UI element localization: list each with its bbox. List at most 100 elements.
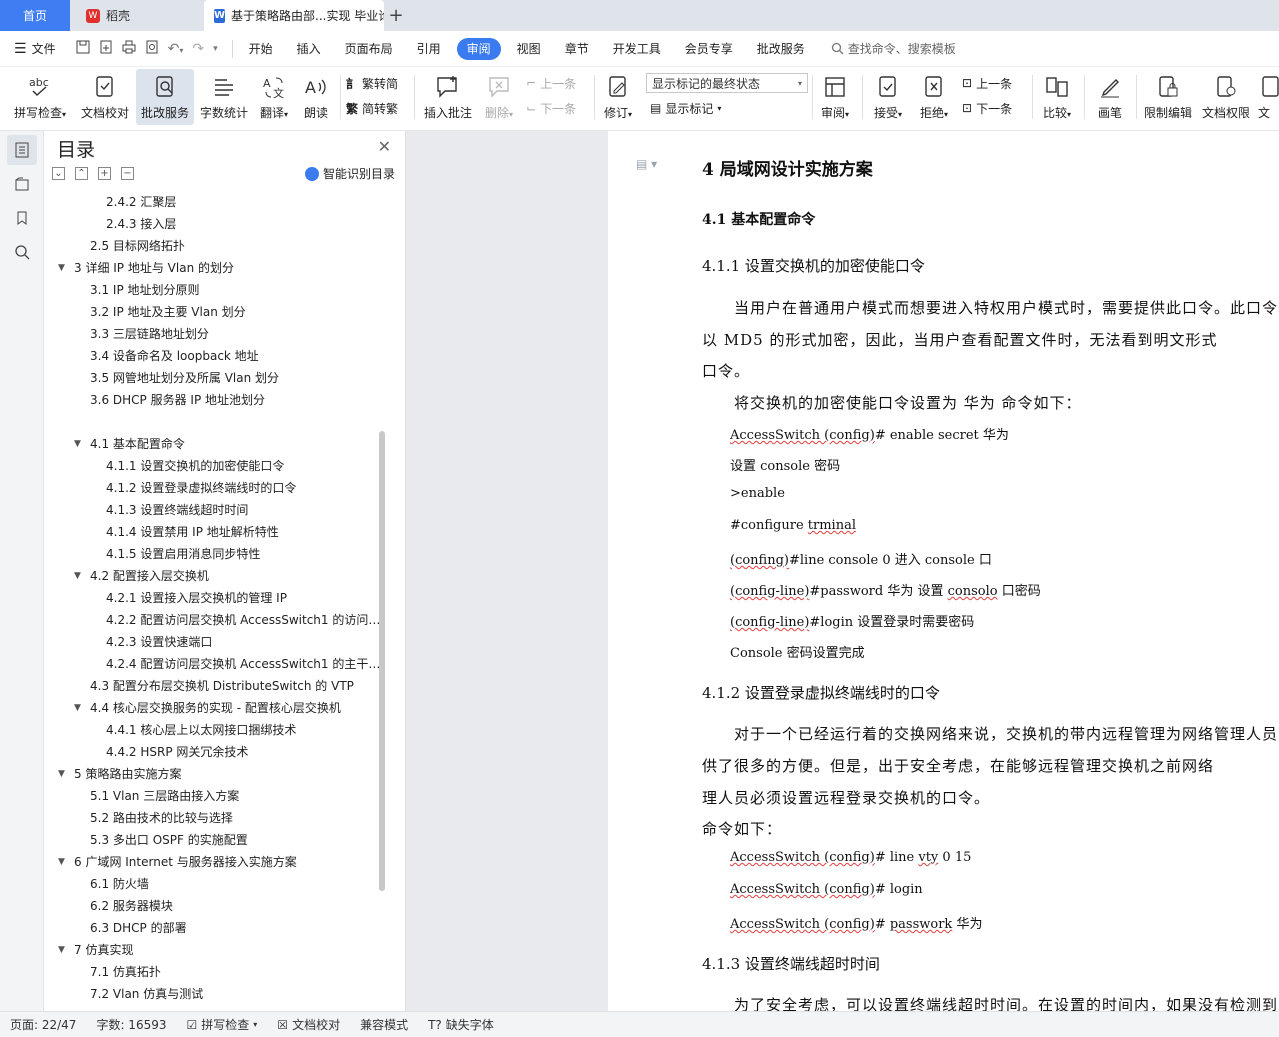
toc-item[interactable]: ▼ 6 广域网 Internet 与服务器接入实施方案 [44, 851, 384, 873]
chevron-down-icon[interactable]: ▼ [74, 697, 81, 719]
remove-heading-icon[interactable]: − [121, 167, 134, 180]
toc-item[interactable]: ▼ 4.4 核心层交换服务的实现 - 配置核心层交换机 [44, 697, 384, 719]
delete-comment-button[interactable]: 删除▾ [478, 69, 520, 125]
spell-check-status[interactable]: ☑ 拼写检查 ▾ [177, 1016, 268, 1033]
collapse-all-icon[interactable]: ⌄ [52, 167, 65, 180]
chevron-down-icon[interactable]: ▼ [58, 763, 65, 785]
toc-item[interactable]: 6.1 防火墙 [44, 873, 384, 895]
toc-item[interactable]: ▼ 5 策略路由实施方案 [44, 763, 384, 785]
toc-item[interactable]: ▼ 4.1 基本配置命令 [44, 433, 384, 455]
toc-item[interactable]: 4.1.2 设置登录虚拟终端线时的口令 [44, 477, 384, 499]
word-count-button[interactable]: 字数统计 [196, 69, 252, 125]
doc-permission-button[interactable]: 文档权限 [1198, 69, 1254, 125]
toc-item[interactable]: 4.4.2 HSRP 网关冗余技术 [44, 741, 384, 763]
toc-item[interactable]: 5.3 多出口 OSPF 的实施配置 [44, 829, 384, 851]
toc-item[interactable]: 4.1.3 设置终端线超时时间 [44, 499, 384, 521]
expand-up-icon[interactable]: ⌃ [75, 167, 88, 180]
close-icon[interactable]: ✕ [378, 137, 391, 156]
compare-button[interactable]: 比较▾ [1036, 69, 1078, 125]
menu-insert[interactable]: 插入 [285, 38, 333, 60]
chevron-down-icon[interactable]: ▼ [74, 565, 81, 587]
next-change-button[interactable]: ⊡ 下一条 [962, 97, 1012, 119]
tab-home[interactable]: 首页 [0, 0, 70, 31]
menu-references[interactable]: 引用 [405, 38, 453, 60]
chevron-down-icon[interactable]: ▼ [58, 257, 65, 279]
toc-item[interactable]: ▼ 4.2 配置接入层交换机 [44, 565, 384, 587]
pen-button[interactable]: 画笔 [1090, 69, 1130, 125]
chevron-down-icon[interactable]: ▼ [58, 939, 65, 961]
chevron-down-icon[interactable]: ▼ [58, 851, 65, 873]
print-icon[interactable] [122, 40, 136, 58]
menu-view[interactable]: 视图 [505, 38, 553, 60]
toc-item[interactable]: 3.4 设备命名及 loopback 地址 [44, 345, 384, 367]
read-aloud-button[interactable]: A 朗读 [298, 69, 334, 125]
reject-button[interactable]: 拒绝▾ [914, 69, 954, 125]
translate-button[interactable]: A文 翻译▾ [254, 69, 294, 125]
grading-service-button[interactable]: 批改服务 [136, 69, 194, 125]
show-markup-button[interactable]: ▤ 显示标记 ▾ [650, 97, 721, 119]
toc-item[interactable]: 4.2.1 设置接入层交换机的管理 IP [44, 587, 384, 609]
export-pdf-icon[interactable] [99, 40, 113, 58]
save-icon[interactable] [76, 40, 90, 58]
toc-item[interactable]: 6.3 DHCP 的部署 [44, 917, 384, 939]
doc-proof-button[interactable]: 文档校对 [76, 69, 134, 125]
toc-item[interactable]: 7.2 Vlan 仿真与测试 [44, 983, 384, 1005]
simp-to-trad-button[interactable]: 繁简转繁 [346, 97, 398, 119]
tab-document[interactable]: W 基于策略路由部...实现 毕业论 [204, 0, 384, 31]
search-icon[interactable] [7, 237, 37, 267]
bookmark-icon[interactable] [7, 203, 37, 233]
toc-item[interactable]: 2.4.3 接入层 [44, 213, 384, 235]
toc-item[interactable]: 3.5 网管地址划分及所属 Vlan 划分 [44, 367, 384, 389]
redo-icon[interactable]: ↷ [192, 41, 204, 57]
paragraph-menu-icon[interactable]: ▤ ▾ [636, 157, 657, 171]
chevron-down-icon[interactable]: ▼ [74, 433, 81, 455]
track-changes-button[interactable]: 修订▾ [598, 69, 638, 125]
proof-status[interactable]: ☒ 文档校对 [267, 1016, 350, 1033]
spell-check-button[interactable]: abc 拼写检查▾ [8, 69, 72, 125]
chapter-nav-icon[interactable] [7, 169, 37, 199]
restrict-editing-button[interactable]: 限制编辑 [1140, 69, 1196, 125]
toc-item[interactable]: 4.1.5 设置启用消息同步特性 [44, 543, 384, 565]
toc-panel-icon[interactable] [7, 135, 37, 165]
toc-item[interactable]: 7.1 仿真拓扑 [44, 961, 384, 983]
toc-item[interactable]: 3.1 IP 地址划分原则 [44, 279, 384, 301]
menu-section[interactable]: 章节 [553, 38, 601, 60]
toc-item[interactable]: 3.3 三层链路地址划分 [44, 323, 384, 345]
menu-home[interactable]: 开始 [237, 38, 285, 60]
menu-layout[interactable]: 页面布局 [333, 38, 405, 60]
toc-item[interactable]: ▼ 7 仿真实现 [44, 939, 384, 961]
prev-change-button[interactable]: ⊡ 上一条 [962, 72, 1012, 94]
toc-item[interactable]: 4.2.2 配置访问层交换机 AccessSwitch1 的访问 … [44, 609, 384, 631]
menu-member[interactable]: 会员专享 [673, 38, 745, 60]
menu-developer[interactable]: 开发工具 [601, 38, 673, 60]
smart-toc-button[interactable]: 智能识别目录 [304, 165, 395, 182]
review-pane-button[interactable]: 审阅▾ [814, 69, 856, 125]
file-menu[interactable]: ☰ 文件 [0, 38, 68, 60]
prev-comment-button[interactable]: ⌐ 上一条 [526, 72, 576, 94]
toc-item[interactable]: 4.4.1 核心层上以太网接口捆绑技术 [44, 719, 384, 741]
more-dropdown-icon[interactable]: ▾ [213, 44, 218, 54]
markup-display-select[interactable]: 显示标记的最终状态 ▾ [646, 73, 808, 93]
new-tab-button[interactable]: + [384, 0, 408, 31]
toc-item[interactable]: 5.1 Vlan 三层路由接入方案 [44, 785, 384, 807]
undo-icon[interactable]: ↶▾ [168, 41, 184, 57]
tab-docer[interactable]: W 稻壳 [72, 0, 200, 31]
trad-to-simp-button[interactable]: 訁繁转简 [346, 72, 398, 94]
next-comment-button[interactable]: ⌙ 下一条 [526, 97, 576, 119]
word-count-status[interactable]: 字数: 16593 [86, 1016, 176, 1033]
command-search[interactable]: 查找命令、搜索模板 [817, 40, 956, 57]
toc-item[interactable]: 5.2 路由技术的比较与选择 [44, 807, 384, 829]
toc-item[interactable]: 4.2.4 配置访问层交换机 AccessSwitch1 的主干 … [44, 653, 384, 675]
toc-item[interactable]: 3.2 IP 地址及主要 Vlan 划分 [44, 301, 384, 323]
toc-item[interactable]: 4.1.4 设置禁用 IP 地址解析特性 [44, 521, 384, 543]
toc-item[interactable]: 4.2.3 设置快速端口 [44, 631, 384, 653]
accept-button[interactable]: 接受▾ [868, 69, 908, 125]
toc-item[interactable]: ▼ 3 详细 IP 地址与 Vlan 的划分 [44, 257, 384, 279]
insert-comment-button[interactable]: 插入批注 [420, 69, 476, 125]
toc-item[interactable]: 2.5 目标网络拓扑 [44, 235, 384, 257]
menu-grading[interactable]: 批改服务 [745, 38, 817, 60]
toc-item[interactable]: 4.1.1 设置交换机的加密使能口令 [44, 455, 384, 477]
missing-font-status[interactable]: T? 缺失字体 [418, 1016, 504, 1033]
more-ribbon-button[interactable]: 文 [1258, 69, 1279, 125]
add-heading-icon[interactable]: + [98, 167, 111, 180]
